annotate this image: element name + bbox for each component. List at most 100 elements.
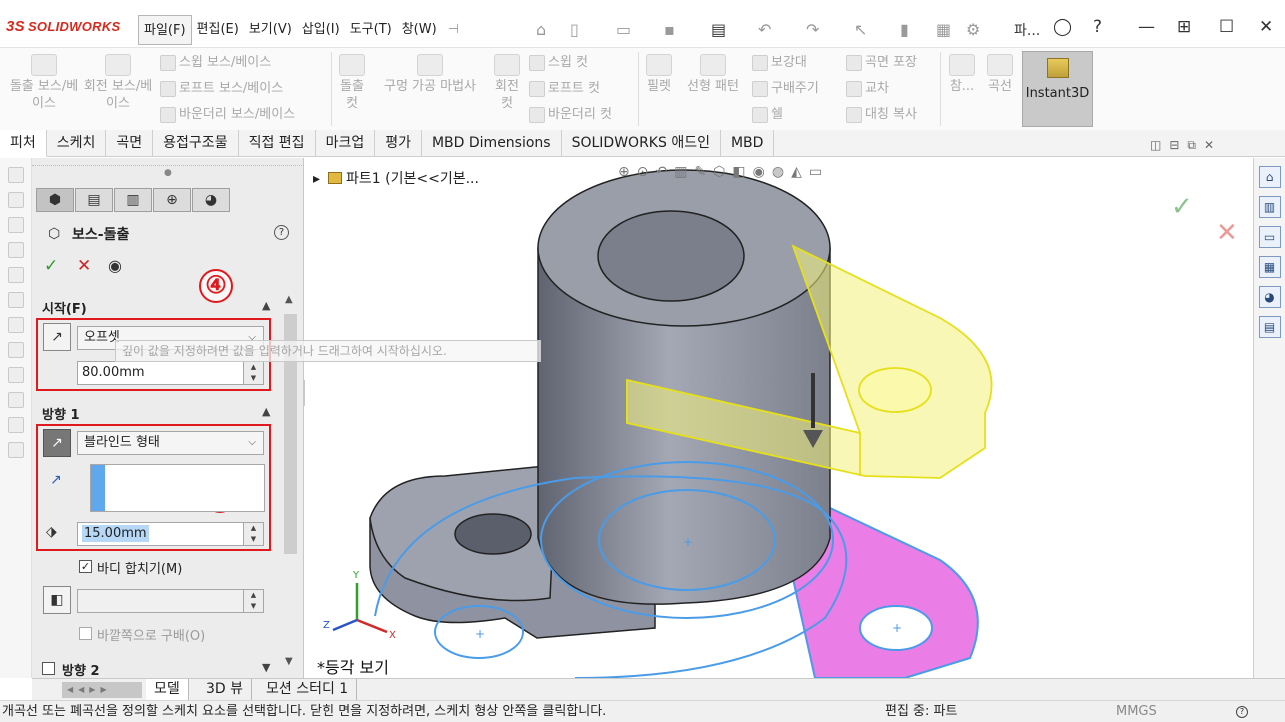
feature-tool-icon[interactable] [7,292,24,308]
tab-surfaces[interactable]: 곡면 [106,130,154,157]
viewport-window-controls[interactable]: ◫⊟⧉✕ [1150,138,1222,153]
linear-pattern-button[interactable]: 선형 패턴 [681,54,745,95]
direction-reference-list[interactable] [90,464,265,512]
file-properties-icon[interactable]: ▦ [936,20,951,39]
scroll-up-icon[interactable]: ▲ [285,294,293,305]
spin-buttons[interactable]: ▲ ▼ [243,362,263,384]
feature-manager-tab[interactable]: ⬢ [36,188,74,212]
restore-icon[interactable]: ⊞ [1177,17,1191,37]
sweep-boss-button[interactable]: 스윕 보스/베이스 [160,54,271,71]
loft-boss-button[interactable]: 로프트 보스/베이스 [160,80,283,97]
tab-sketch[interactable]: 스케치 [47,130,107,157]
feature-tree-flyout[interactable]: ▸ 파트1 (기본<<기본... [313,168,479,188]
extrude-boss-button[interactable]: 돌출 보스/베이스 [8,54,80,112]
collapse-icon[interactable]: ▲ [262,299,270,312]
select-icon[interactable]: ↖ [854,20,867,39]
feature-tool-icon[interactable] [7,417,24,433]
appearances-icon[interactable]: ◕ [1258,286,1281,308]
minimize-icon[interactable]: — [1138,17,1155,37]
feature-tool-icon[interactable] [7,317,24,333]
feature-tool-icon[interactable] [7,167,24,183]
preview-eye-icon[interactable]: ◉ [108,256,122,275]
feature-tool-icon[interactable] [7,367,24,383]
view-settings-icon[interactable]: ▭ [809,164,822,186]
spin-buttons[interactable]: ▲ ▼ [243,523,263,545]
panel-handle-icon[interactable]: ● [164,168,172,178]
options-gear-icon[interactable]: ⚙ [966,20,980,39]
shell-button[interactable]: 쉘 [752,106,783,123]
direction-2-checkbox[interactable] [42,662,55,675]
section-from[interactable]: 시작(F) [42,298,87,317]
draft-button[interactable]: 구배주기 [752,80,819,97]
custom-properties-icon[interactable]: ▤ [1258,316,1281,338]
revolve-cut-button[interactable]: 회전 컷 [490,54,524,112]
display-style-icon[interactable]: ◧ [732,164,745,186]
apply-scene-icon[interactable]: ◭ [791,164,802,186]
open-icon[interactable]: ▭ [616,20,631,39]
start-condition-icon[interactable]: ↗ [43,323,71,351]
file-explorer-icon[interactable]: ▭ [1258,226,1281,248]
extrude-cut-button[interactable]: 돌출 컷 [334,54,370,112]
print-icon[interactable]: ▤ [711,20,726,39]
feature-tool-icon[interactable] [7,342,24,358]
tab-motion-study[interactable]: 모션 스터디 1 [258,679,358,701]
menu-insert[interactable]: 삽입(I) [297,15,345,45]
ok-check-icon[interactable]: ✓ [44,256,58,276]
offset-distance-input[interactable]: 80.00mm ▲ ▼ [77,361,264,385]
feature-tool-icon[interactable] [7,192,24,208]
view-orientation-icon[interactable]: ⬡ [713,164,725,186]
menu-tools[interactable]: 도구(T) [345,15,397,45]
feature-tool-icon[interactable] [7,392,24,408]
tab-features[interactable]: 피처 [0,130,47,157]
collapse-icon[interactable]: ▲ [262,405,270,418]
display-manager-tab[interactable]: ◕ [192,188,230,212]
intersect-button[interactable]: 교차 [846,80,889,97]
mirror-button[interactable]: 대칭 복사 [846,106,917,123]
draft-outward-checkbox[interactable] [79,627,92,640]
feature-tool-icon[interactable] [7,217,24,233]
fillet-button[interactable]: 필렛 [641,54,677,95]
draft-angle-input[interactable]: ▲ ▼ [77,589,264,613]
depth-input[interactable]: 15.00mm ▲ ▼ [77,522,264,546]
edit-appearance-icon[interactable]: ◍ [772,164,784,186]
previous-view-icon[interactable]: ↶ [655,164,667,186]
status-help-icon[interactable]: ? [1236,706,1248,718]
property-manager-tab[interactable]: ▤ [75,188,113,212]
confirm-ok-icon[interactable]: ✓ [1171,192,1193,222]
expand-icon[interactable]: ▼ [262,661,270,674]
undo-icon[interactable]: ↶ [758,20,771,39]
design-library-icon[interactable]: ▥ [1258,196,1281,218]
feature-tool-icon[interactable] [7,267,24,283]
pin-icon[interactable]: ⊣ [442,15,465,45]
wrap-button[interactable]: 곡면 포장 [846,54,917,71]
model-viewport[interactable]: + + + Y X Z [305,158,1253,678]
rebuild-icon[interactable]: ▮ [900,20,909,39]
user-account-icon[interactable]: ◯ [1053,17,1072,37]
save-icon[interactable]: ▪ [664,20,675,39]
configuration-manager-tab[interactable]: ▥ [114,188,152,212]
loft-cut-button[interactable]: 로프트 컷 [529,80,600,97]
tab-mbd[interactable]: MBD [721,130,775,157]
menu-view[interactable]: 보기(V) [244,15,297,45]
maximize-icon[interactable]: ☐ [1219,17,1234,37]
reverse-direction-icon[interactable]: ↗ [43,429,71,457]
tab-navigation-arrows[interactable]: ◀◀▶▶ [62,682,142,698]
tab-3d-view[interactable]: 3D 뷰 [198,679,253,701]
tab-markup[interactable]: 마크업 [316,130,376,157]
instant3d-button[interactable]: Instant3D [1022,51,1093,127]
zoom-to-fit-icon[interactable]: ⊕ [618,164,630,186]
close-icon[interactable]: ✕ [1259,17,1273,37]
hide-show-icon[interactable]: ◉ [753,164,765,186]
rib-button[interactable]: 보강대 [752,54,807,71]
solidworks-resources-icon[interactable]: ⌂ [1258,166,1281,188]
dimxpert-manager-tab[interactable]: ⊕ [153,188,191,212]
tab-weldments[interactable]: 용접구조물 [153,130,239,157]
menu-window[interactable]: 창(W) [397,15,442,45]
tab-solidworks-addins[interactable]: SOLIDWORKS 애드인 [562,130,721,157]
redo-icon[interactable]: ↷ [806,20,819,39]
graphics-area[interactable]: + + + Y X Z ▸ 파트1 (기본<<기본... ⊕ ⊙ ↶ ▥ ✎ ⬡ … [305,158,1253,678]
tab-direct-editing[interactable]: 직접 편집 [239,130,316,157]
feature-tool-icon[interactable] [7,442,24,458]
home-icon[interactable]: ⌂ [536,20,546,39]
curves-button[interactable]: 곡선 [982,54,1018,95]
